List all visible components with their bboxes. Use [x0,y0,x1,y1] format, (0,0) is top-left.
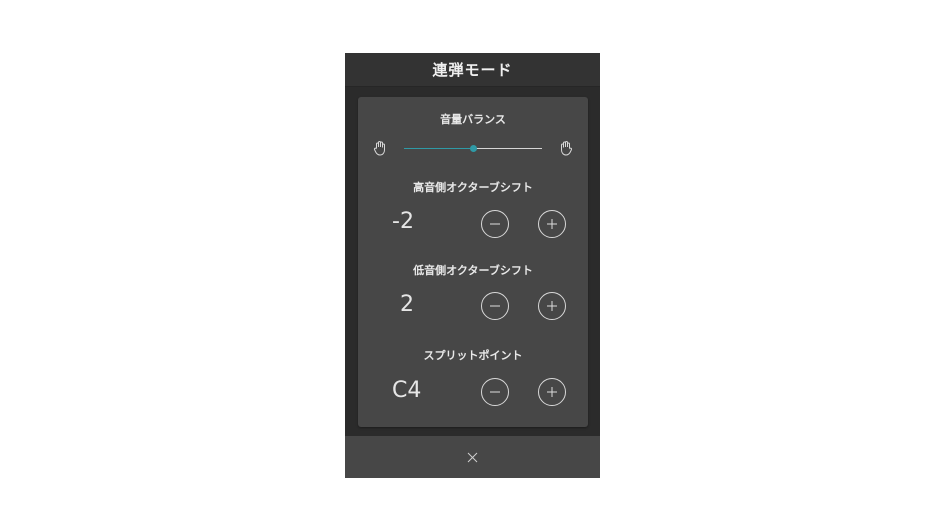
plus-icon [547,301,557,311]
balance-thumb[interactable] [470,145,477,152]
upper-octave-label: 高音側オクターブシフト [413,181,533,194]
minus-icon [490,223,500,225]
upper-octave-minus-button[interactable] [481,210,509,238]
minus-icon [490,305,500,307]
plus-icon [547,219,557,229]
duet-mode-dialog: 連弾モード 音量バランス 高音側オクターブシフト -2 低音側オクターブシフト … [345,53,600,478]
close-button[interactable] [345,436,600,478]
balance-track[interactable] [404,145,542,152]
upper-octave-value: -2 [392,209,414,234]
balance-track-fill [404,148,473,149]
close-icon [467,452,478,462]
settings-card: 音量バランス 高音側オクターブシフト -2 低音側オクターブシフト 2 スプリッ… [358,97,588,427]
split-point-plus-button[interactable] [538,378,566,406]
right-hand-icon [559,140,573,156]
plus-icon [547,387,557,397]
upper-octave-plus-button[interactable] [538,210,566,238]
left-hand-icon [373,140,387,156]
split-point-label: スプリットポイント [423,349,523,362]
split-point-value: C4 [392,378,422,403]
balance-label: 音量バランス [440,113,506,126]
dialog-title: 連弾モード [345,53,600,87]
balance-slider-row [358,139,588,159]
lower-octave-value: 2 [400,292,414,317]
lower-octave-plus-button[interactable] [538,292,566,320]
lower-octave-label: 低音側オクターブシフト [413,264,533,277]
split-point-minus-button[interactable] [481,378,509,406]
minus-icon [490,391,500,393]
lower-octave-minus-button[interactable] [481,292,509,320]
